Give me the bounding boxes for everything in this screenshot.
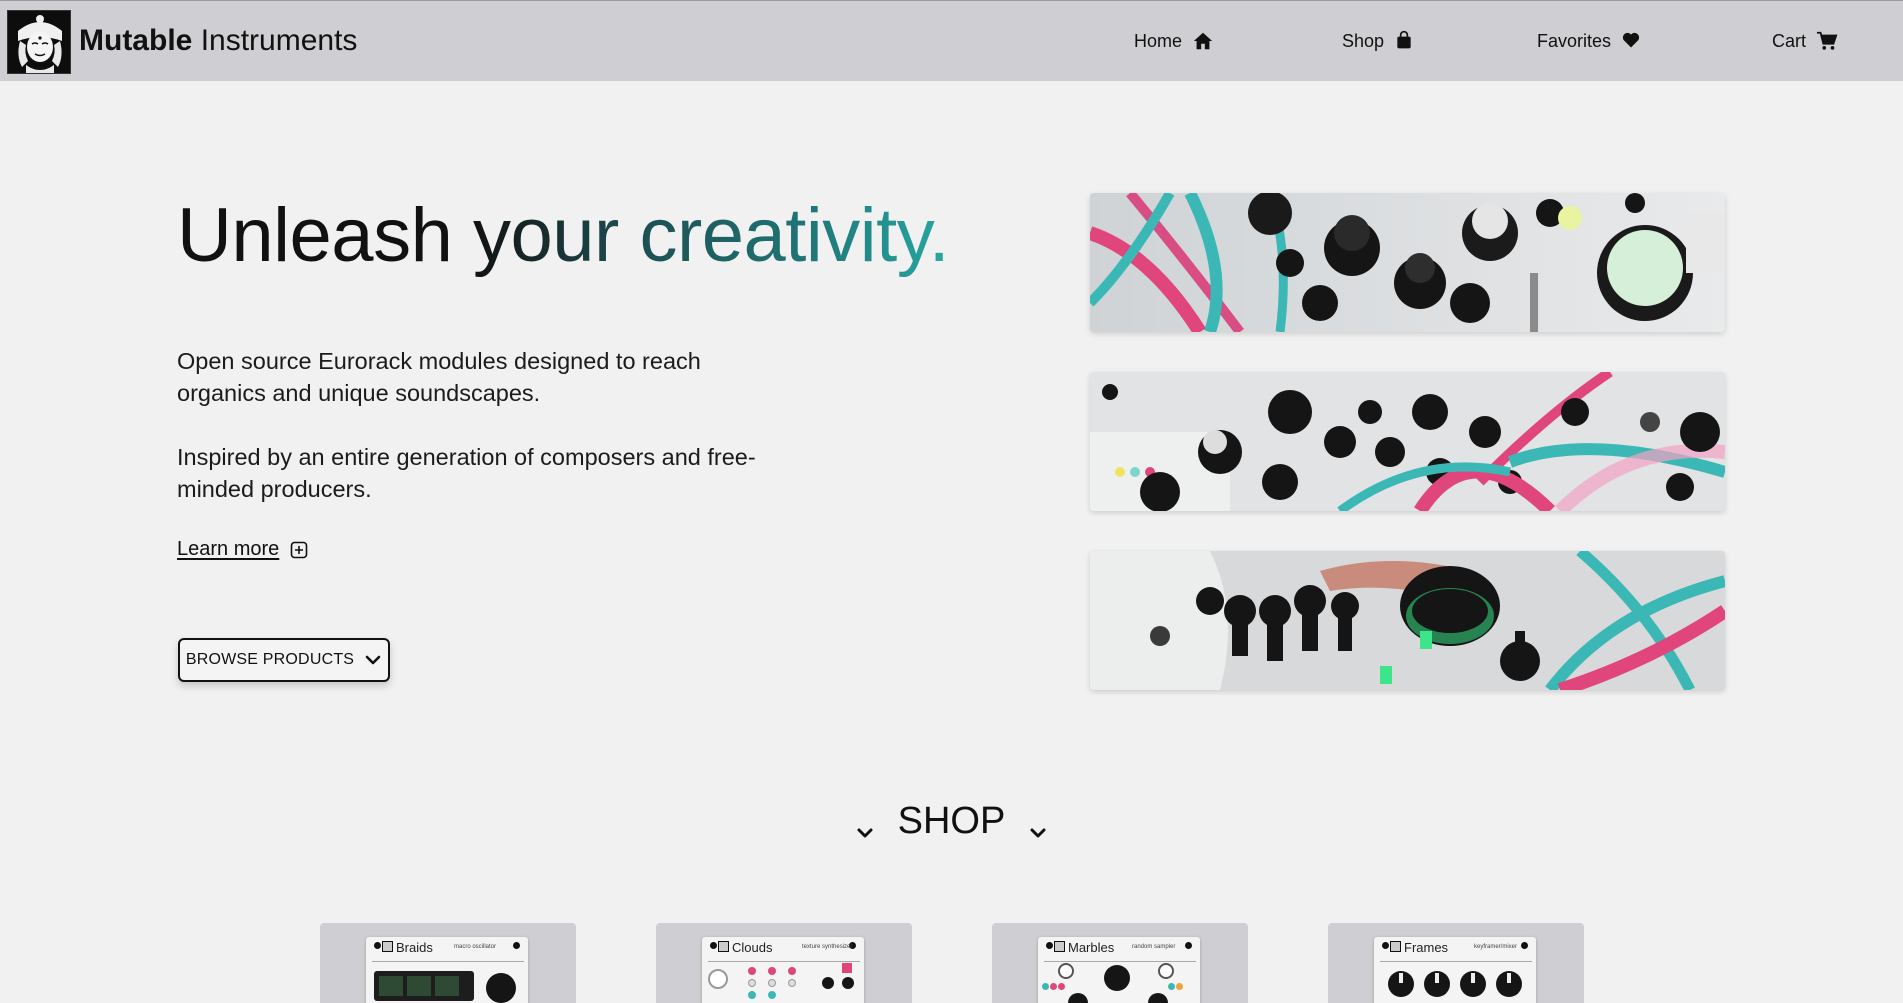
- browse-products-button[interactable]: BROWSE PRODUCTS: [178, 638, 390, 682]
- headline-unleash: Unleash: [177, 193, 453, 278]
- shop-heading-label: SHOP: [897, 800, 1006, 842]
- nav-favorites-label: Favorites: [1537, 30, 1612, 51]
- nav-shop[interactable]: Shop: [1342, 29, 1416, 53]
- hero-paragraph-1: Open source Eurorack modules designed to…: [177, 348, 701, 406]
- product-image: Clouds texture synthesizer: [702, 937, 864, 1003]
- plus-square-icon: [290, 541, 308, 559]
- hero-image-3: [1090, 551, 1725, 690]
- learn-more-label: Learn more: [177, 538, 280, 560]
- chevron-down-icon: [364, 651, 382, 669]
- chevron-down-icon: [854, 808, 876, 838]
- shop-section-heading: SHOP: [0, 798, 1903, 844]
- nav-home[interactable]: Home: [1134, 29, 1214, 53]
- hero-headline: Unleash your creativity.: [177, 191, 950, 281]
- product-card-frames[interactable]: Frames keyframer/mixer: [1328, 923, 1584, 1003]
- shopping-bag-icon: [1394, 30, 1416, 52]
- home-icon: [1192, 30, 1214, 52]
- hero-image-2: [1090, 372, 1725, 511]
- cart-icon: [1816, 30, 1838, 52]
- headline-creativity: creativity.: [639, 193, 950, 278]
- learn-more-link[interactable]: Learn more: [177, 538, 308, 561]
- nav-favorites[interactable]: Favorites: [1537, 29, 1643, 53]
- product-subtitle: macro oscillator: [454, 944, 497, 950]
- product-name: Braids: [396, 940, 433, 955]
- product-name: Marbles: [1068, 940, 1115, 955]
- product-subtitle: texture synthesizer: [802, 944, 853, 950]
- heart-icon: [1621, 30, 1643, 52]
- nav-cart[interactable]: Cart: [1772, 29, 1838, 53]
- product-card-marbles[interactable]: Marbles random sampler: [992, 923, 1248, 1003]
- hero-image-1: [1090, 193, 1725, 332]
- nav-cart-label: Cart: [1772, 30, 1807, 51]
- logo-illustration-icon: [8, 11, 70, 73]
- product-subtitle: keyframer/mixer: [1474, 944, 1518, 950]
- product-name: Frames: [1404, 940, 1449, 955]
- hero-paragraph-2: Inspired by an entire generation of comp…: [177, 444, 756, 502]
- brand-name-regular: Instruments: [200, 24, 358, 57]
- product-card-braids[interactable]: Braids macro oscillator: [320, 923, 576, 1003]
- product-image: Marbles random sampler: [1038, 937, 1200, 1003]
- product-image: Frames keyframer/mixer: [1374, 937, 1536, 1003]
- nav-home-label: Home: [1134, 30, 1183, 51]
- brand-name-bold: Mutable: [79, 24, 193, 57]
- product-card-clouds[interactable]: Clouds texture synthesizer: [656, 923, 912, 1003]
- browse-products-label: BROWSE PRODUCTS: [185, 651, 355, 668]
- product-subtitle: random sampler: [1132, 944, 1176, 950]
- headline-your: your: [472, 193, 619, 278]
- top-navbar: Mutable Instruments Home Shop Favorites …: [0, 0, 1903, 81]
- nav-shop-label: Shop: [1342, 30, 1385, 51]
- product-image: Braids macro oscillator: [366, 937, 528, 1003]
- chevron-down-icon: [1027, 808, 1049, 838]
- product-name: Clouds: [732, 940, 773, 955]
- brand-name[interactable]: Mutable Instruments: [79, 23, 357, 59]
- brand-logo[interactable]: [7, 10, 71, 74]
